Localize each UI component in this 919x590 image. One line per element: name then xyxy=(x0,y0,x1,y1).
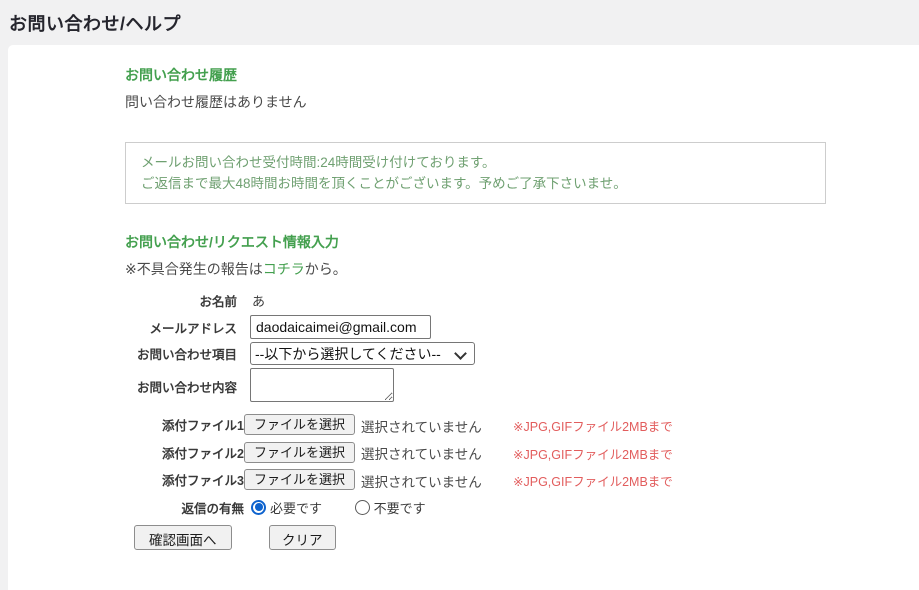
reply-not-required-label: 不要です xyxy=(373,500,426,516)
attachment-1-note: ※JPG,GIFファイル2MBまで xyxy=(513,420,673,435)
bug-report-line: ※不具合発生の報告はコチラから。 xyxy=(125,259,899,279)
radio-unchecked-icon[interactable] xyxy=(354,499,370,515)
category-selected-option: --以下から選択してください-- xyxy=(255,345,441,362)
attachment-3-status: 選択されていません xyxy=(361,474,482,490)
name-row: お名前 あ xyxy=(125,291,673,315)
inquiry-history-heading: お問い合わせ履歴 xyxy=(125,67,237,83)
attachment-row-1: 添付ファイル1 ファイルを選択 選択されていません ※JPG,GIFファイル2MBま… xyxy=(125,411,673,439)
inquiry-history-section: お問い合わせ履歴 問い合わせ履歴はありません xyxy=(125,65,899,112)
reply-required-label: 必要です xyxy=(270,500,323,516)
inquiry-form-heading: お問い合わせ/リクエスト情報入力 xyxy=(125,234,339,250)
content-card: お問い合わせ履歴 問い合わせ履歴はありません メールお問い合わせ受付時間:24時… xyxy=(8,45,919,590)
actions-row: 確認画面へ クリア xyxy=(125,519,673,550)
bug-report-suffix: から。 xyxy=(304,261,347,277)
category-label: お問い合わせ項目 xyxy=(136,348,237,362)
radio-checked-icon[interactable] xyxy=(251,499,266,515)
page-header: お問い合わせ/ヘルプ xyxy=(0,0,919,45)
attachment-row-3: 添付ファイル3 ファイルを選択 選択されていません ※JPG,GIFファイル2MBま… xyxy=(125,466,673,494)
reply-option-required[interactable]: 必要です xyxy=(251,498,351,517)
bug-report-link[interactable]: コチラ xyxy=(263,261,305,277)
clear-button[interactable]: クリア xyxy=(269,524,336,550)
reply-label: 返信の有無 xyxy=(181,501,244,516)
inquiry-form: お名前 あ メールアドレス お問い合わせ項目 --以下から選択してください-- … xyxy=(125,291,673,550)
name-label: お名前 xyxy=(199,295,237,309)
radio-dot xyxy=(254,503,263,512)
page-title: お問い合わせ/ヘルプ xyxy=(9,14,182,34)
reception-hours-notice: メールお問い合わせ受付時間:24時間受け付けております。 ご返信まで最大48時間… xyxy=(125,142,826,204)
attachment-1-label: 添付ファイル1 xyxy=(162,419,244,434)
email-row: メールアドレス xyxy=(125,315,673,342)
message-row: お問い合わせ内容 xyxy=(125,368,673,411)
notice-line-2: ご返信まで最大48時間お時間を頂くことがございます。予めご了承下さいませ。 xyxy=(141,176,627,191)
attachment-2-label: 添付ファイル2 xyxy=(162,446,244,461)
attachment-2-choose-file-button[interactable]: ファイルを選択 xyxy=(244,441,356,463)
attachment-row-2: 添付ファイル2 ファイルを選択 選択されていません ※JPG,GIFファイル2MBま… xyxy=(125,439,673,467)
confirm-button[interactable]: 確認画面へ xyxy=(134,524,232,550)
inquiry-history-empty-message: 問い合わせ履歴はありません xyxy=(125,94,307,110)
reply-option-not-required[interactable]: 不要です xyxy=(354,498,426,517)
attachment-3-note: ※JPG,GIFファイル2MBまで xyxy=(513,475,673,490)
category-select[interactable]: --以下から選択してください-- xyxy=(250,342,475,365)
attachment-3-label: 添付ファイル3 xyxy=(162,474,244,489)
name-value: あ xyxy=(252,294,266,309)
attachment-2-note: ※JPG,GIFファイル2MBまで xyxy=(513,447,673,462)
attachment-1-status: 選択されていません xyxy=(361,419,482,435)
attachment-2-status: 選択されていません xyxy=(361,447,482,463)
attachment-1-choose-file-button[interactable]: ファイルを選択 xyxy=(244,414,356,435)
message-label: お問い合わせ内容 xyxy=(136,381,237,395)
attachment-3-choose-file-button[interactable]: ファイルを選択 xyxy=(244,469,356,491)
reply-row: 返信の有無 必要です 不要です xyxy=(125,494,673,519)
chevron-down-icon xyxy=(454,347,467,360)
bug-report-prefix: ※不具合発生の報告は xyxy=(125,261,263,277)
email-label: メールアドレス xyxy=(149,321,237,336)
category-row: お問い合わせ項目 --以下から選択してください-- xyxy=(125,342,673,368)
notice-line-1: メールお問い合わせ受付時間:24時間受け付けております。 xyxy=(141,155,496,170)
email-input[interactable] xyxy=(250,315,431,339)
message-textarea[interactable] xyxy=(250,368,394,402)
